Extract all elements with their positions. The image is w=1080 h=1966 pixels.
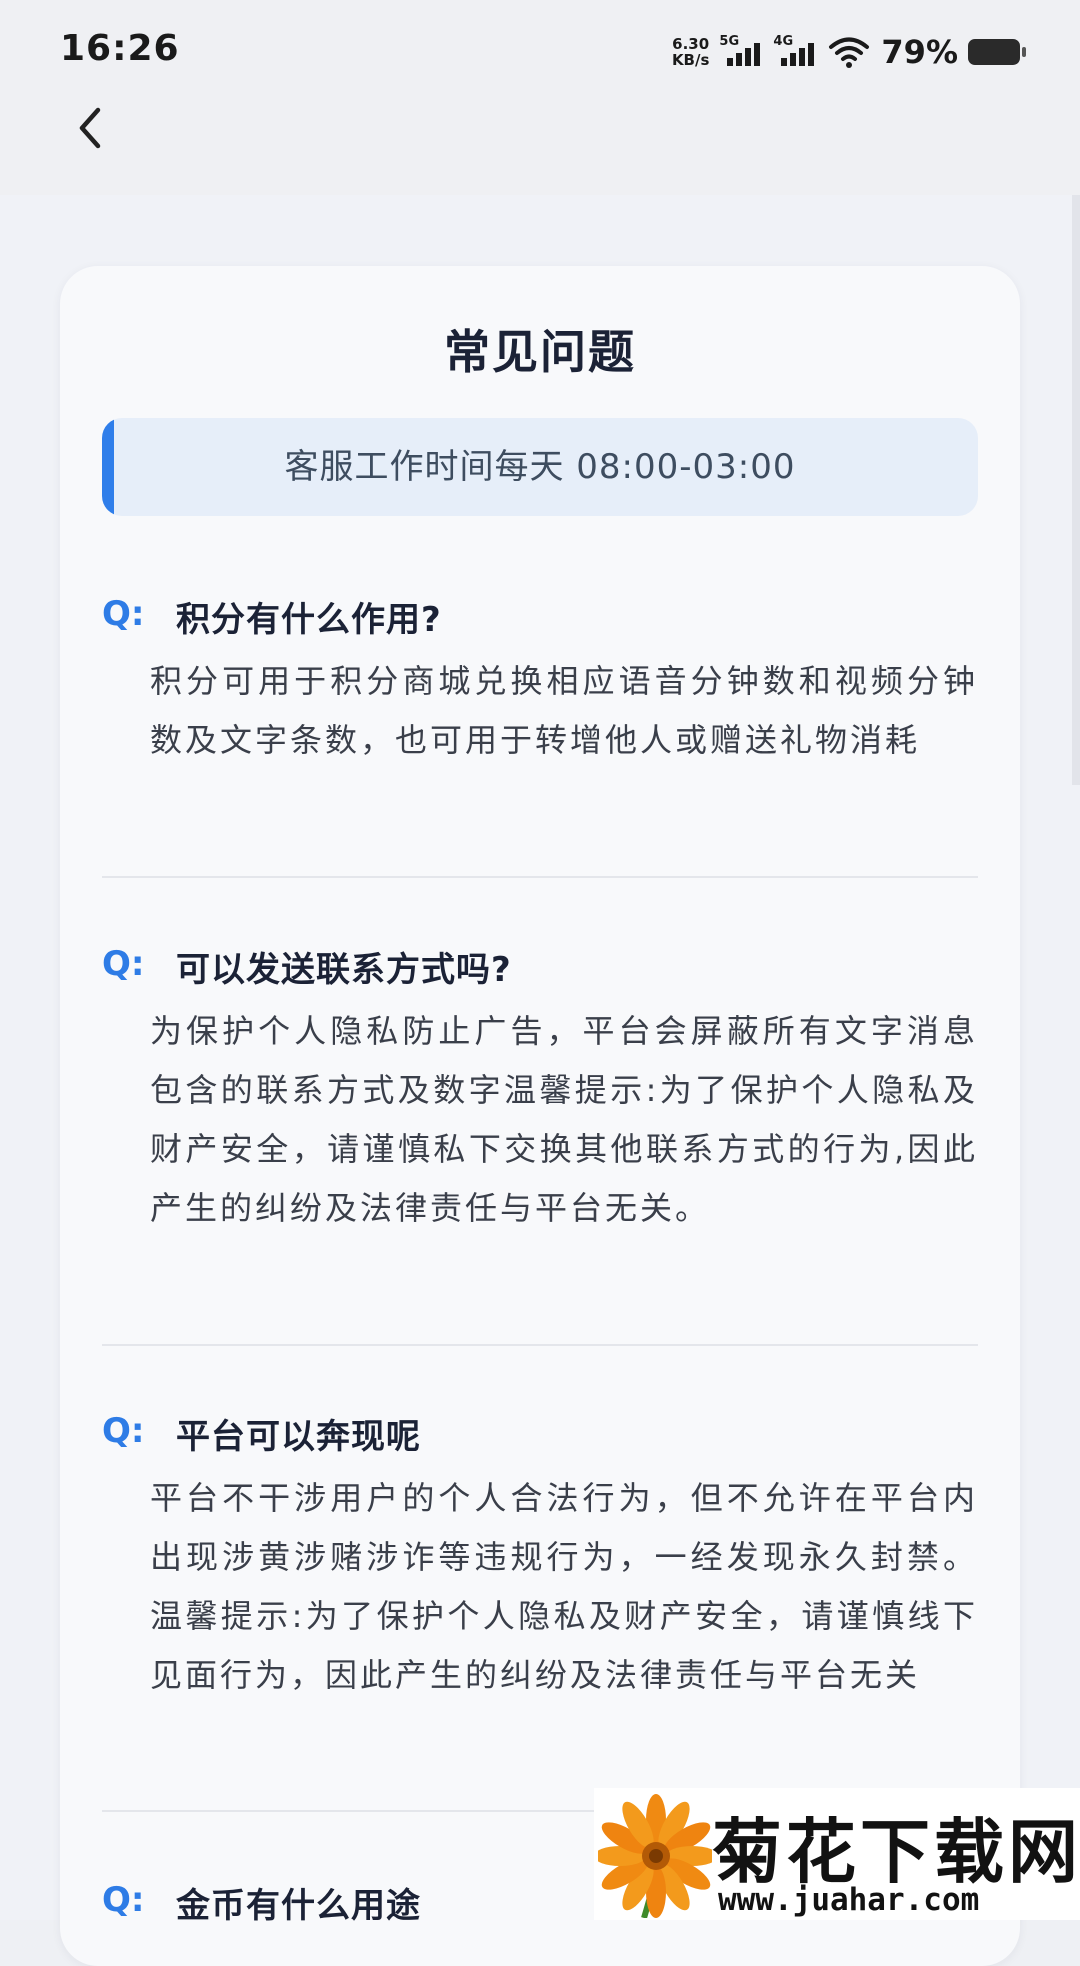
question-mark-label: Q:: [102, 944, 145, 984]
faq-question: Q: 可以发送联系方式吗?: [102, 938, 978, 998]
faq-item: Q: 平台可以奔现呢 平台不干涉用户的个人合法行为，但不允许在平台内出现涉黄涉赌…: [102, 1405, 978, 1705]
back-button[interactable]: [68, 104, 116, 152]
watermark-logo: 菊花下载网 www.juahar.com: [594, 1788, 1080, 1920]
network-speed: 6.30 KB/s: [672, 36, 709, 68]
wifi-icon: [829, 37, 870, 68]
question-mark-label: Q:: [102, 594, 145, 634]
divider: [102, 1344, 978, 1346]
answer-text: 积分可用于积分商城兑换相应语音分钟数和视频分钟数及文字条数，也可用于转增他人或赠…: [150, 662, 978, 759]
signal-4g-label: 4G: [773, 34, 794, 49]
signal-icon: 5G: [719, 34, 763, 70]
question-mark-label: Q:: [102, 1880, 145, 1920]
faq-item: Q: 可以发送联系方式吗? 为保护个人隐私防止广告，平台会屏蔽所有文字消息包含的…: [102, 938, 978, 1238]
faq-question: Q: 积分有什么作用?: [102, 588, 978, 648]
network-speed-unit: KB/s: [671, 51, 710, 69]
service-hours-banner: 客服工作时间每天 08:00-03:00: [102, 418, 978, 516]
faq-question: Q: 平台可以奔现呢: [102, 1405, 978, 1465]
page-title: 常见问题: [444, 325, 636, 379]
flower-icon: [598, 1794, 712, 1918]
status-icons: 6.30 KB/s 5G 4G 79%: [672, 32, 1026, 72]
watermark-url: www.juahar.com: [718, 1882, 980, 1918]
signal-5g-label: 5G: [719, 34, 740, 49]
question-mark-label: Q:: [102, 1411, 145, 1451]
faq-item: Q: 积分有什么作用? 积分可用于积分商城兑换相应语音分钟数和视频分钟数及文字条…: [102, 588, 978, 770]
status-bar: 16:26 6.30 KB/s 5G 4G 79%: [0, 0, 1080, 100]
battery-percent: 79%: [881, 33, 958, 71]
question-text: 可以发送联系方式吗?: [176, 950, 512, 990]
answer-text: 平台不干涉用户的个人合法行为，但不允许在平台内出现涉黄涉赌涉诈等违规行为，一经发…: [150, 1479, 978, 1694]
battery-icon: [968, 39, 1026, 65]
scrollbar[interactable]: [1072, 195, 1080, 785]
service-hours-text: 客服工作时间每天 08:00-03:00: [284, 447, 796, 487]
divider: [102, 876, 978, 878]
app-header: [0, 100, 1080, 195]
faq-card: 常见问题 客服工作时间每天 08:00-03:00 Q: 积分有什么作用? 积分…: [60, 266, 1020, 1966]
answer-text: 为保护个人隐私防止广告，平台会屏蔽所有文字消息包含的联系方式及数字温馨提示:为了…: [150, 1012, 978, 1227]
status-time: 16:26: [60, 28, 180, 69]
question-text: 积分有什么作用?: [176, 600, 442, 640]
question-text: 平台可以奔现呢: [176, 1417, 421, 1457]
signal-icon: 4G: [773, 34, 817, 70]
network-speed-value: 6.30: [672, 35, 710, 53]
